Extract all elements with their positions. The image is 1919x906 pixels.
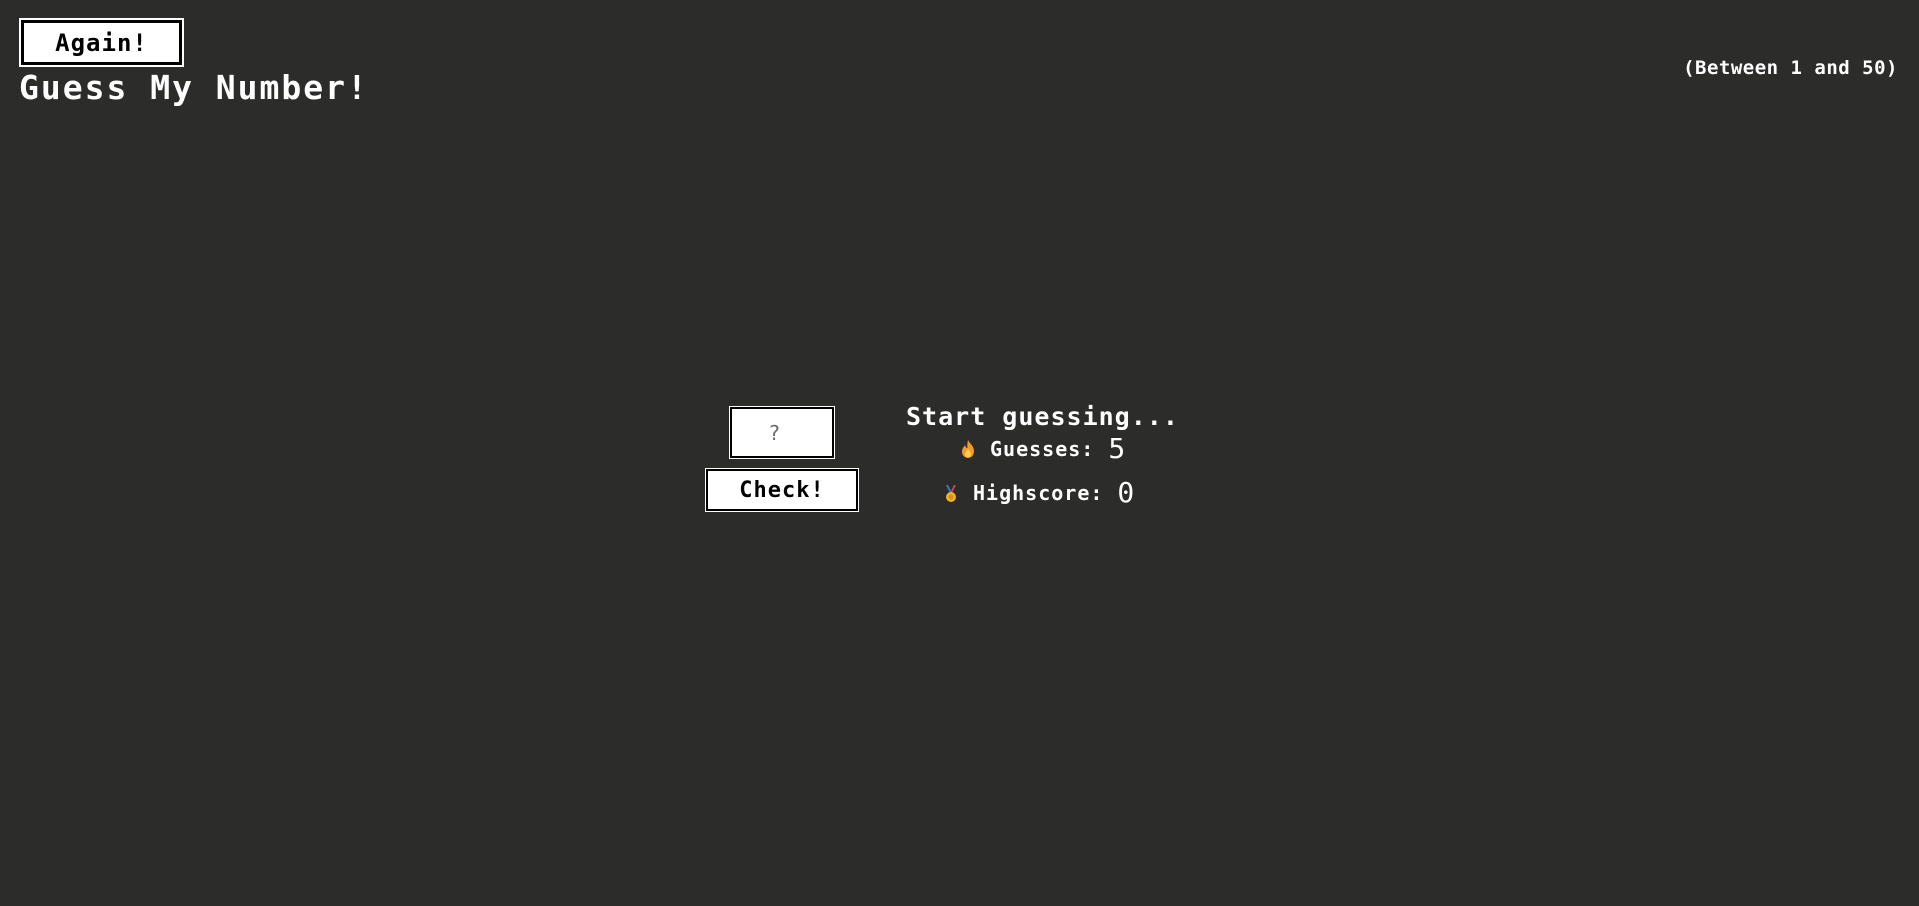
page-title: Guess My Number! xyxy=(19,68,369,107)
highscore-value: 0 xyxy=(1117,476,1135,509)
guesses-stat: Guesses: 5 xyxy=(958,432,1125,465)
guesses-value: 5 xyxy=(1108,432,1126,465)
check-button[interactable]: Check! xyxy=(705,468,859,512)
fire-icon xyxy=(958,438,978,460)
again-button[interactable]: Again! xyxy=(19,18,184,67)
status-message: Start guessing... xyxy=(906,402,1179,431)
game-screen: Again! Guess My Number! (Between 1 and 5… xyxy=(0,0,1919,906)
highscore-stat: Highscore: 0 xyxy=(941,476,1134,509)
medal-icon xyxy=(941,482,961,504)
guess-input[interactable] xyxy=(729,406,835,459)
range-hint: (Between 1 and 50) xyxy=(1683,57,1898,79)
guesses-label: Guesses: xyxy=(990,436,1095,461)
highscore-label: Highscore: xyxy=(973,480,1104,505)
